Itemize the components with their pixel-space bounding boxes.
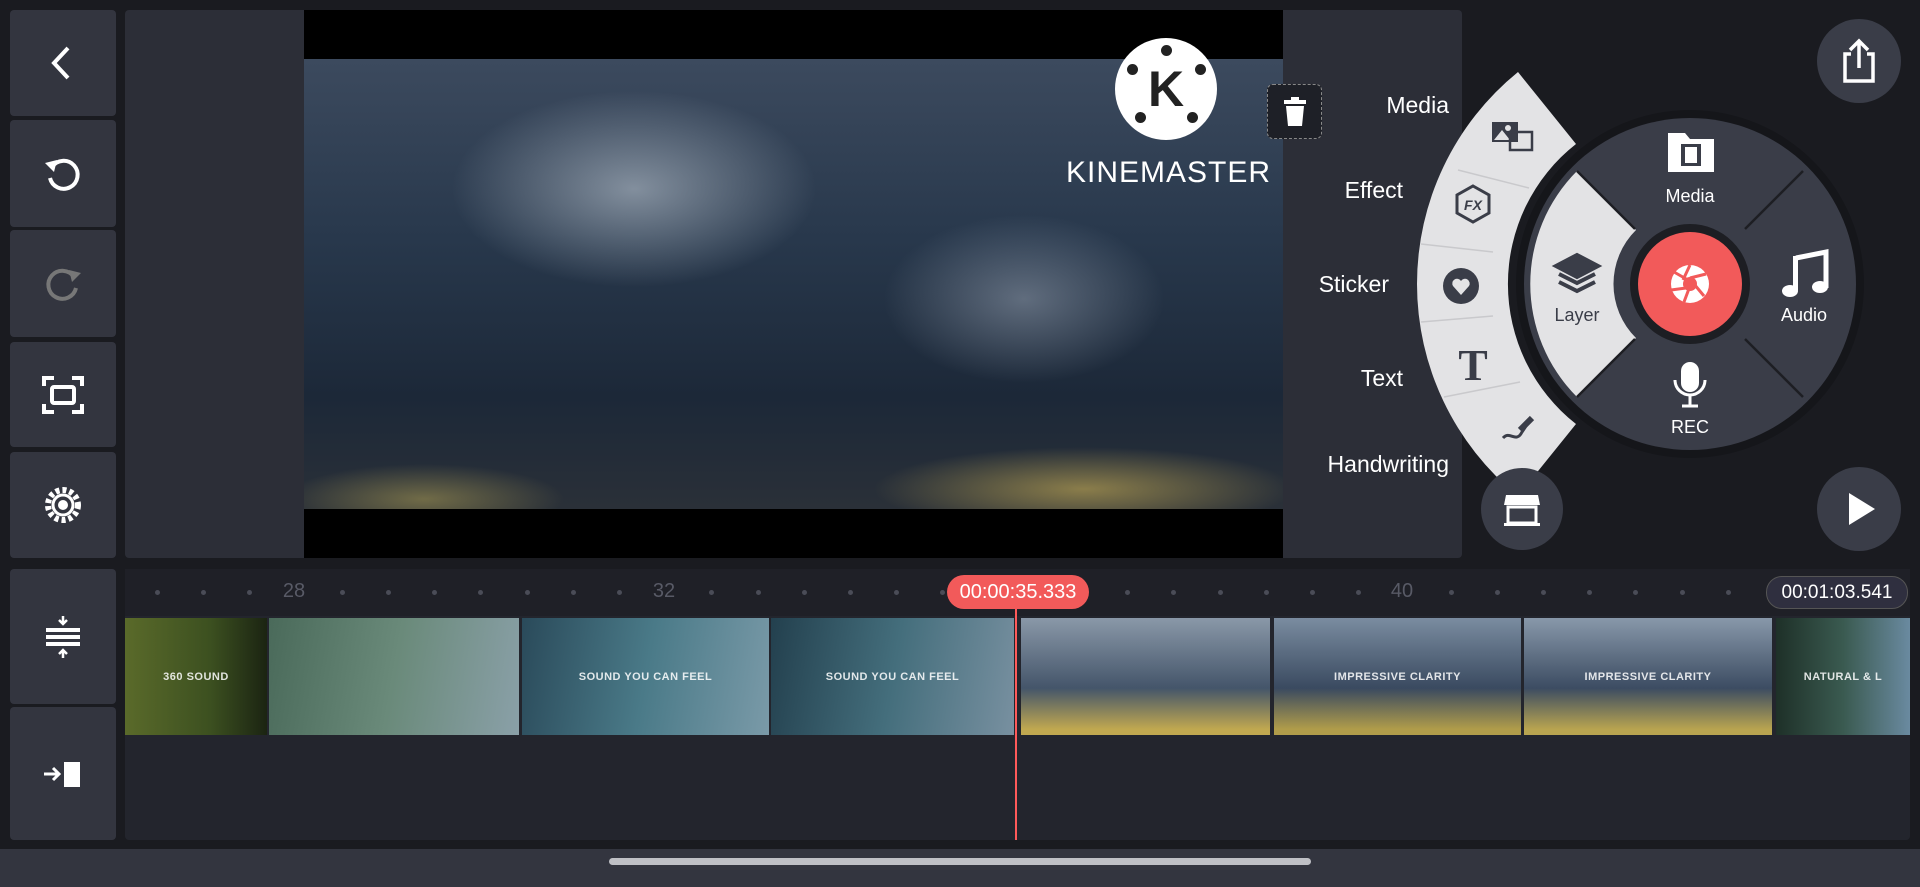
expand-tracks-icon (46, 615, 80, 658)
ruler-label: 28 (282, 580, 306, 602)
clip-caption: IMPRESSIVE CLARITY (1334, 670, 1461, 683)
ruler-tick (1541, 590, 1546, 595)
ruler-tick (848, 590, 853, 595)
store-icon (1504, 495, 1540, 526)
wheel-layer-label[interactable]: Layer (1554, 305, 1599, 326)
ruler-tick (155, 590, 160, 595)
text-t-icon: T (1458, 341, 1487, 390)
ruler-tick (524, 590, 530, 595)
svg-text:FX: FX (1464, 197, 1484, 213)
asset-store-button[interactable] (1481, 468, 1563, 550)
ruler-tick (617, 590, 622, 595)
ruler-label: 32 (652, 580, 676, 602)
clip-caption: SOUND YOU CAN FEEL (578, 670, 713, 683)
total-duration-badge: 00:01:03.541 (1766, 576, 1908, 609)
wheel-rec-label[interactable]: REC (1671, 417, 1709, 438)
ruler-tick (1263, 590, 1269, 595)
ruler-tick (339, 590, 345, 595)
clip-caption: SOUND YOU CAN FEEL (825, 670, 960, 683)
clip-thumbnail[interactable]: IMPRESSIVE CLARITY (1274, 618, 1521, 735)
jump-to-end-icon (44, 761, 80, 787)
wheel-media-label[interactable]: Media (1665, 186, 1714, 207)
clip-thumbnail[interactable]: 360 SOUND (125, 618, 267, 735)
bottom-bar (0, 849, 1920, 887)
jump-to-end-button[interactable] (10, 707, 116, 840)
clip-thumbnail[interactable]: IMPRESSIVE CLARITY (1524, 618, 1772, 735)
sticker-heart-icon (1443, 268, 1479, 304)
clip-caption: IMPRESSIVE CLARITY (1584, 670, 1712, 683)
clip-thumbnail[interactable] (1021, 618, 1270, 735)
playhead[interactable] (1015, 596, 1017, 840)
wheel-audio-label[interactable]: Audio (1781, 305, 1827, 326)
ruler-tick (1310, 590, 1315, 595)
ruler-tick (1494, 590, 1500, 595)
ruler-tick (570, 590, 576, 595)
ruler-tick (1725, 590, 1731, 595)
ruler-tick (386, 590, 391, 595)
ruler-tick (1217, 590, 1223, 595)
current-time-badge: 00:00:35.333 (947, 575, 1089, 609)
ruler-tick (755, 590, 761, 595)
home-indicator[interactable] (609, 858, 1311, 865)
ruler-tick (1679, 590, 1685, 595)
clip-thumbnail[interactable]: NATURAL & L (1776, 618, 1910, 735)
clip-thumbnail[interactable] (269, 618, 519, 735)
ruler-tick (1448, 590, 1454, 595)
track-height-button[interactable] (10, 569, 116, 704)
ruler-tick (801, 590, 807, 595)
clip-caption: NATURAL & L (1803, 670, 1883, 683)
clip-thumbnail[interactable]: SOUND YOU CAN FEEL (771, 618, 1014, 735)
clip-caption: 360 SOUND (163, 670, 229, 683)
play-button[interactable] (1817, 467, 1901, 551)
share-button[interactable] (1817, 19, 1901, 103)
share-icon (1843, 38, 1875, 83)
ruler-label: 40 (1390, 580, 1414, 602)
clip-thumbnail[interactable]: SOUND YOU CAN FEEL (522, 618, 769, 735)
camera-shutter-icon (1670, 264, 1709, 303)
play-icon (1849, 493, 1875, 525)
